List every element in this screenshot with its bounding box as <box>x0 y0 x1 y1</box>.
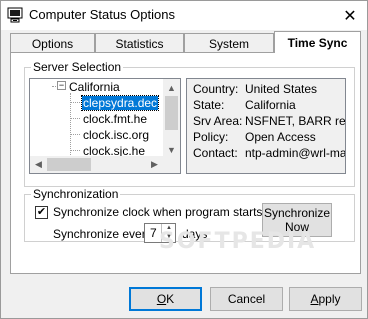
check-icon: ✔ <box>36 206 47 218</box>
detail-value: United States <box>245 82 318 96</box>
sync-days-unit: days <box>182 227 208 241</box>
close-button[interactable]: ✕ <box>333 1 367 30</box>
tree-horizontal-scrollbar[interactable]: ◀ ▶ <box>30 156 163 173</box>
time-sync-panel: Server Selection − California clepsydra.… <box>10 52 361 274</box>
apply-label-rest: pply <box>318 292 341 306</box>
scroll-thumb[interactable] <box>165 96 178 130</box>
close-icon: ✕ <box>343 7 357 25</box>
title-bar: Computer Status Options ✕ <box>1 1 367 30</box>
detail-label: State: <box>193 98 225 112</box>
tree-node-server[interactable]: clock.isc.org <box>83 127 149 143</box>
apply-button[interactable]: Apply <box>289 287 362 311</box>
detail-value: NSFNET, BARR region <box>245 114 346 128</box>
ok-label-rest: K <box>166 292 175 306</box>
stepper-buttons: ▲ ▼ <box>161 224 175 242</box>
spin-up-icon[interactable]: ▲ <box>162 224 176 233</box>
cancel-label: Cancel <box>227 292 266 306</box>
tree-node-server[interactable]: clepsydra.dec <box>80 95 160 111</box>
tab-label: Time Sync <box>287 35 348 50</box>
dialog-window: Computer Status Options ✕ Options Statis… <box>0 0 368 319</box>
synchronize-now-line1: Synchronize <box>263 206 331 220</box>
detail-value: Open Access <box>245 130 316 144</box>
detail-label: Policy: <box>193 130 229 144</box>
tree-node-label: clepsydra.dec <box>80 95 160 111</box>
server-selection-group: Server Selection − California clepsydra.… <box>24 60 355 187</box>
spin-down-icon[interactable]: ▼ <box>162 233 176 242</box>
tree-vertical-scrollbar[interactable]: ▲ ▼ <box>163 79 180 158</box>
sync-days-value: 7 <box>150 226 157 240</box>
tab-statistics[interactable]: Statistics <box>95 33 184 53</box>
sync-every-label: Synchronize every <box>53 227 152 241</box>
scroll-up-icon[interactable]: ▲ <box>163 79 180 96</box>
scroll-right-icon[interactable]: ▶ <box>146 156 163 173</box>
synchronize-now-button[interactable]: Synchronize Now <box>262 203 332 237</box>
sync-on-start-checkbox[interactable]: ✔ <box>35 206 48 219</box>
computer-icon <box>7 7 23 23</box>
sync-days-stepper[interactable]: 7 ▲ ▼ <box>144 223 176 243</box>
synchronization-legend: Synchronization <box>31 187 121 201</box>
sync-on-start-label: Synchronize clock when program starts? <box>53 205 270 219</box>
synchronize-now-line2: Now <box>284 220 309 234</box>
tab-system[interactable]: System <box>184 33 274 53</box>
ok-button[interactable]: OK <box>129 287 202 311</box>
ok-accelerator: O <box>156 292 167 306</box>
detail-label: Srv Area: <box>193 114 243 128</box>
server-tree[interactable]: − California clepsydra.dec clock.fmt.he … <box>29 78 181 174</box>
detail-value: California <box>245 98 296 112</box>
server-details-panel: Country: United States State: California… <box>186 78 346 174</box>
tab-label: System <box>208 36 249 51</box>
tab-time-sync[interactable]: Time Sync <box>274 31 361 53</box>
tab-label: Options <box>31 36 74 51</box>
scroll-left-icon[interactable]: ◀ <box>30 156 47 173</box>
synchronization-group: Synchronization ✔ Synchronize clock when… <box>24 187 355 243</box>
detail-value: ntp-admin@wrl-mail.hp <box>245 146 346 160</box>
tree-node-california[interactable]: California <box>69 79 120 95</box>
detail-label: Country: <box>193 82 239 96</box>
detail-label: Contact: <box>193 146 238 160</box>
tree-node-label: clock.fmt.he <box>83 112 148 126</box>
tab-label: Statistics <box>115 36 164 51</box>
server-selection-legend: Server Selection <box>31 60 124 74</box>
tree-node-label: clock.isc.org <box>83 128 150 142</box>
scroll-thumb[interactable] <box>47 158 91 171</box>
window-title: Computer Status Options <box>29 7 175 22</box>
collapse-icon[interactable]: − <box>57 81 66 90</box>
tree-node-label: California <box>69 80 120 94</box>
apply-accelerator: A <box>310 292 319 306</box>
tree-node-server[interactable]: clock.fmt.he <box>83 111 147 127</box>
scroll-corner <box>163 156 180 173</box>
tab-options[interactable]: Options <box>10 33 95 53</box>
cancel-button[interactable]: Cancel <box>210 287 283 311</box>
